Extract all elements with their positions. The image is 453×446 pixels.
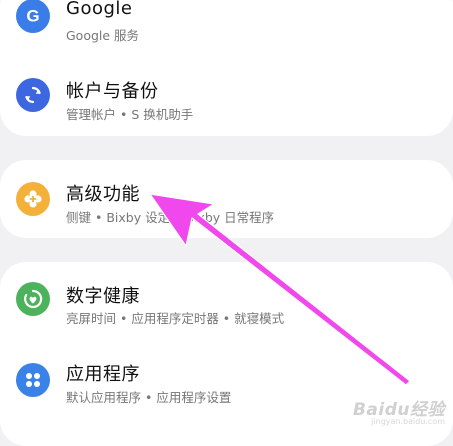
settings-item-title: 帐户与备份 — [66, 81, 159, 102]
apps-grid-icon — [16, 363, 50, 397]
settings-item-subtitle: 侧键 • Bixby 设定 • Bixby 日常程序 — [66, 210, 275, 225]
settings-group-advanced: 高级功能 侧键 • Bixby 设定 • Bixby 日常程序 — [0, 160, 453, 238]
plus-gear-icon — [16, 182, 50, 216]
settings-item-title: Google — [66, 0, 133, 19]
settings-item-subtitle: 管理帐户 • S 换机助手 — [66, 107, 194, 122]
settings-item-title: 高级功能 — [66, 184, 140, 205]
settings-item-google[interactable]: G Google Google 服务 — [0, 0, 453, 58]
settings-item-advanced-features[interactable]: 高级功能 侧键 • Bixby 设定 • Bixby 日常程序 — [0, 160, 453, 238]
settings-item-subtitle: 默认应用程序 • 应用程序设置 — [66, 390, 232, 405]
google-g-icon: G — [16, 0, 50, 33]
settings-item-applications[interactable]: 应用程序 默认应用程序 • 应用程序设置 — [0, 344, 453, 422]
settings-item-title: 数字健康 — [66, 286, 140, 307]
settings-item-subtitle: Google 服务 — [66, 28, 140, 43]
svg-text:G: G — [26, 7, 39, 26]
settings-group-accounts: G Google Google 服务 帐户与备份 管理帐户 • S 换机助手 — [0, 0, 453, 136]
settings-item-subtitle: 亮屏时间 • 应用程序定时器 • 就寝模式 — [66, 311, 285, 326]
sync-icon — [16, 78, 50, 112]
heart-ring-icon — [16, 282, 50, 316]
settings-item-title: 应用程序 — [66, 364, 140, 385]
settings-item-digital-wellbeing[interactable]: 数字健康 亮屏时间 • 应用程序定时器 • 就寝模式 — [0, 262, 453, 340]
settings-item-accounts-backup[interactable]: 帐户与备份 管理帐户 • S 换机助手 — [0, 58, 453, 136]
settings-group-wellbeing-apps: 数字健康 亮屏时间 • 应用程序定时器 • 就寝模式 应用程序 默认应用程序 •… — [0, 262, 453, 446]
